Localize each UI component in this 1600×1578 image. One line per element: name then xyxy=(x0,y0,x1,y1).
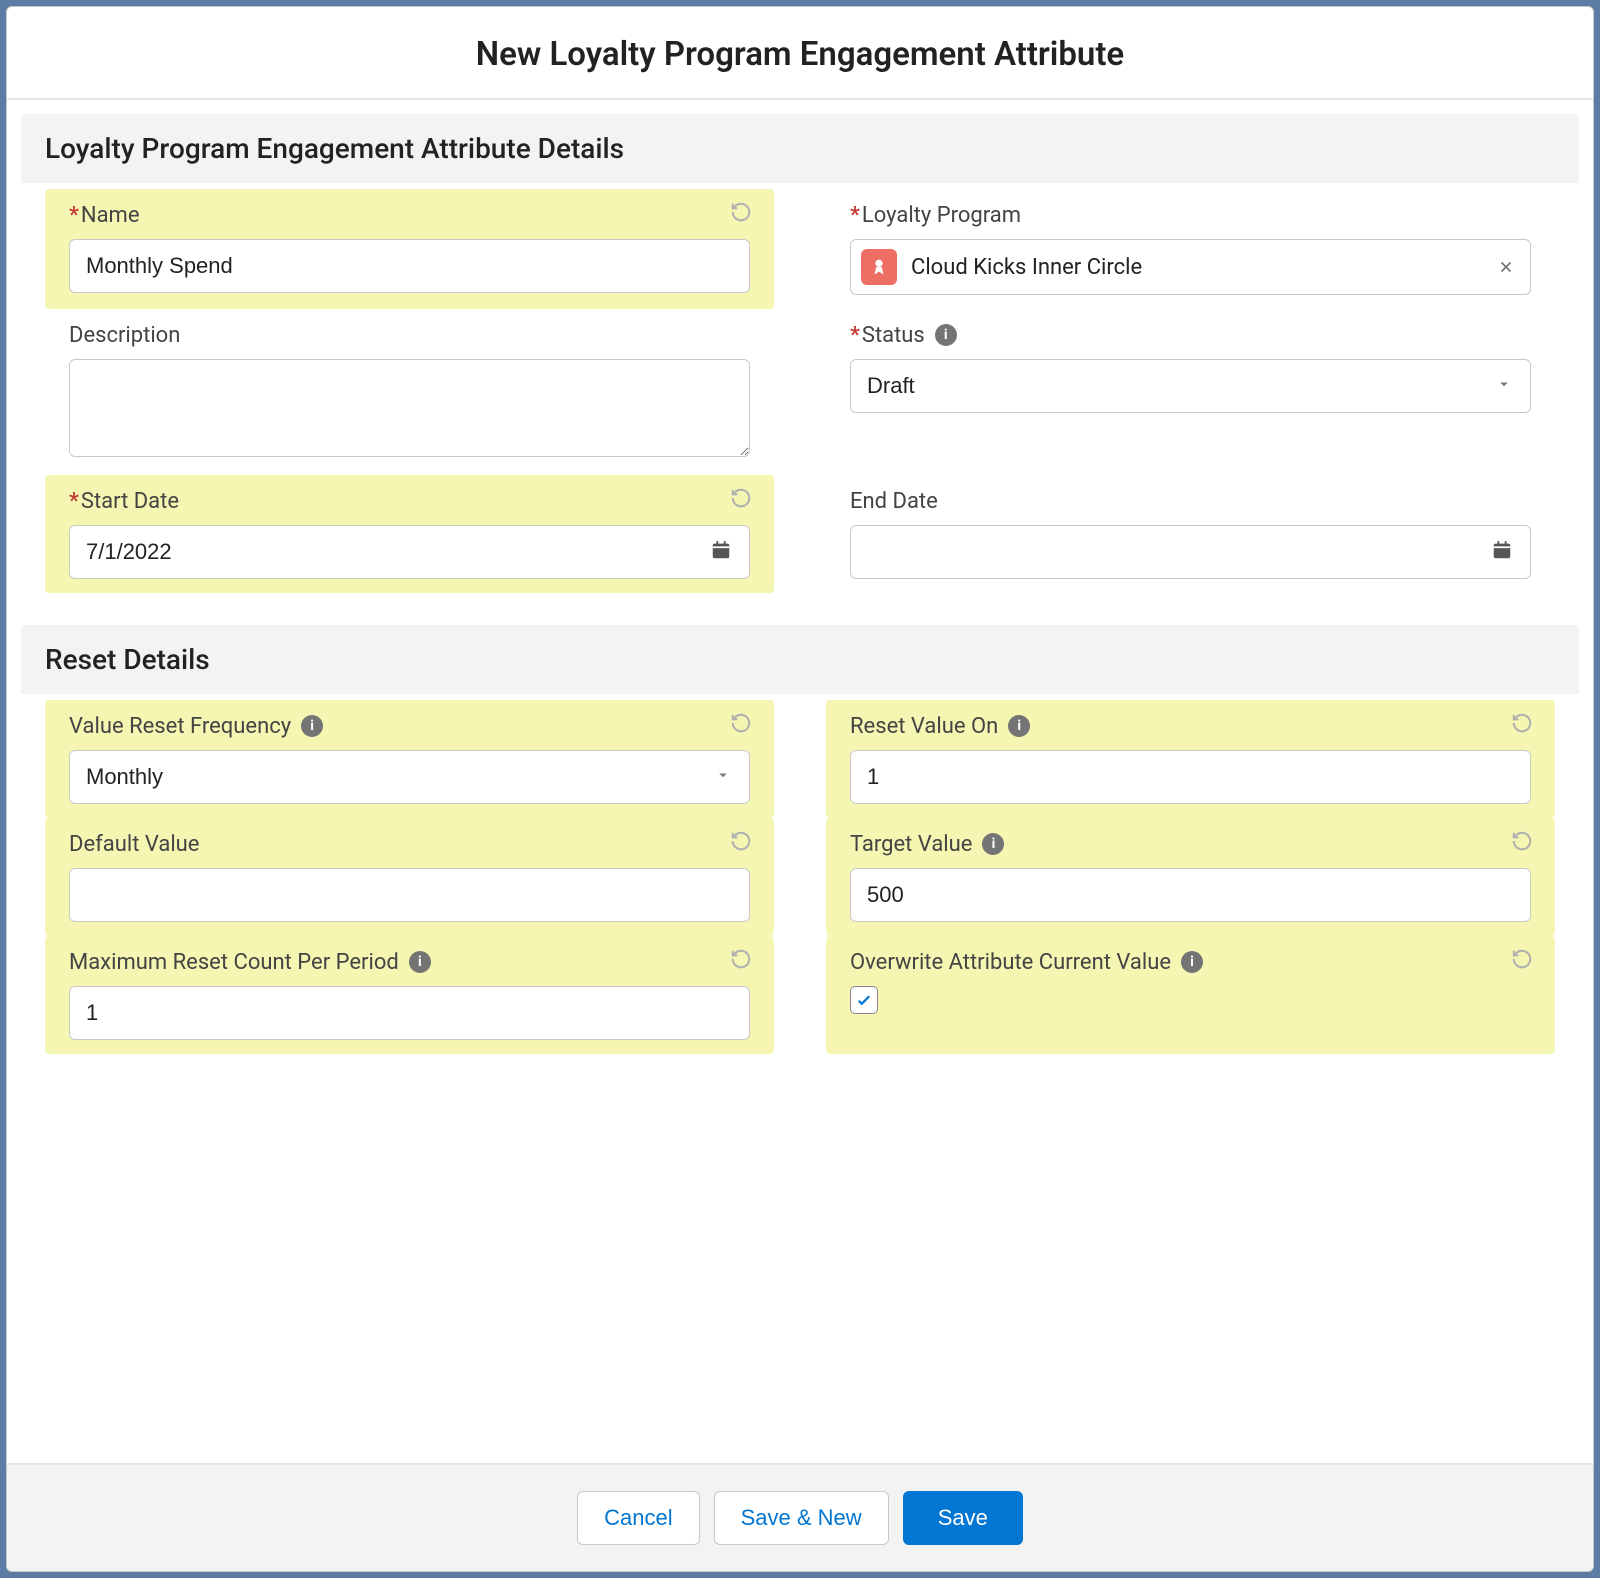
field-default-value: Default Value xyxy=(45,818,774,936)
field-reset-value-on: Reset Value On i xyxy=(826,700,1555,818)
start-date-input[interactable] xyxy=(69,525,750,579)
field-max-reset-count: Maximum Reset Count Per Period i xyxy=(45,936,774,1054)
field-loyalty-program: *Loyalty Program Cloud Kicks Inner Circl… xyxy=(826,189,1555,309)
loyalty-program-lookup[interactable]: Cloud Kicks Inner Circle xyxy=(850,239,1531,295)
modal-footer: Cancel Save & New Save xyxy=(7,1463,1593,1571)
max-reset-count-input[interactable] xyxy=(69,986,750,1040)
badge-icon xyxy=(861,249,897,285)
info-icon[interactable]: i xyxy=(982,833,1004,855)
section-header-details: Loyalty Program Engagement Attribute Det… xyxy=(21,114,1579,183)
reset-value-on-input[interactable] xyxy=(850,750,1531,804)
info-icon[interactable]: i xyxy=(301,715,323,737)
label-target-value: Target Value xyxy=(850,832,972,857)
undo-icon[interactable] xyxy=(728,485,754,511)
info-icon[interactable]: i xyxy=(1008,715,1030,737)
value-reset-frequency-select[interactable] xyxy=(69,750,750,804)
label-description: Description xyxy=(69,323,180,348)
label-start-date: *Start Date xyxy=(69,489,179,514)
status-select[interactable] xyxy=(850,359,1531,413)
default-value-input[interactable] xyxy=(69,868,750,922)
label-end-date: End Date xyxy=(850,489,938,514)
label-name: *Name xyxy=(69,203,140,228)
target-value-input[interactable] xyxy=(850,868,1531,922)
undo-icon[interactable] xyxy=(1509,946,1535,972)
info-icon[interactable]: i xyxy=(409,951,431,973)
info-icon[interactable]: i xyxy=(1181,951,1203,973)
modal-title: New Loyalty Program Engagement Attribute xyxy=(27,35,1573,74)
modal-dialog: New Loyalty Program Engagement Attribute… xyxy=(6,6,1594,1572)
field-start-date: *Start Date xyxy=(45,475,774,593)
save-and-new-button[interactable]: Save & New xyxy=(714,1491,889,1545)
undo-icon[interactable] xyxy=(728,710,754,736)
loyalty-program-value: Cloud Kicks Inner Circle xyxy=(911,255,1478,280)
modal-body: Loyalty Program Engagement Attribute Det… xyxy=(7,100,1593,1463)
modal-header: New Loyalty Program Engagement Attribute xyxy=(7,7,1593,100)
undo-icon[interactable] xyxy=(728,946,754,972)
description-input[interactable] xyxy=(69,359,750,457)
end-date-input[interactable] xyxy=(850,525,1531,579)
undo-icon[interactable] xyxy=(728,828,754,854)
undo-icon[interactable] xyxy=(1509,710,1535,736)
undo-icon[interactable] xyxy=(728,199,754,225)
name-input[interactable] xyxy=(69,239,750,293)
field-overwrite-current: Overwrite Attribute Current Value i xyxy=(826,936,1555,1054)
field-name: *Name xyxy=(45,189,774,309)
field-value-reset-frequency: Value Reset Frequency i xyxy=(45,700,774,818)
save-button[interactable]: Save xyxy=(903,1491,1023,1545)
details-grid: *Name *Loyalty Program Cloud Kicks Inner… xyxy=(7,183,1593,611)
field-description: Description xyxy=(45,309,774,475)
label-value-reset-frequency: Value Reset Frequency xyxy=(69,714,291,739)
field-end-date: End Date xyxy=(826,475,1555,593)
label-reset-value-on: Reset Value On xyxy=(850,714,998,739)
cancel-button[interactable]: Cancel xyxy=(577,1491,699,1545)
info-icon[interactable]: i xyxy=(935,324,957,346)
undo-icon[interactable] xyxy=(1509,828,1535,854)
field-target-value: Target Value i xyxy=(826,818,1555,936)
label-overwrite-current: Overwrite Attribute Current Value xyxy=(850,950,1171,975)
section-header-reset: Reset Details xyxy=(21,625,1579,694)
label-max-reset-count: Maximum Reset Count Per Period xyxy=(69,950,399,975)
overwrite-current-checkbox[interactable] xyxy=(850,986,878,1014)
label-status: *Status xyxy=(850,323,925,348)
label-loyalty-program: *Loyalty Program xyxy=(850,203,1021,228)
label-default-value: Default Value xyxy=(69,832,199,857)
field-status: *Status i xyxy=(826,309,1555,475)
close-icon[interactable] xyxy=(1492,253,1520,281)
reset-grid: Value Reset Frequency i Reset Value On xyxy=(7,694,1593,1072)
